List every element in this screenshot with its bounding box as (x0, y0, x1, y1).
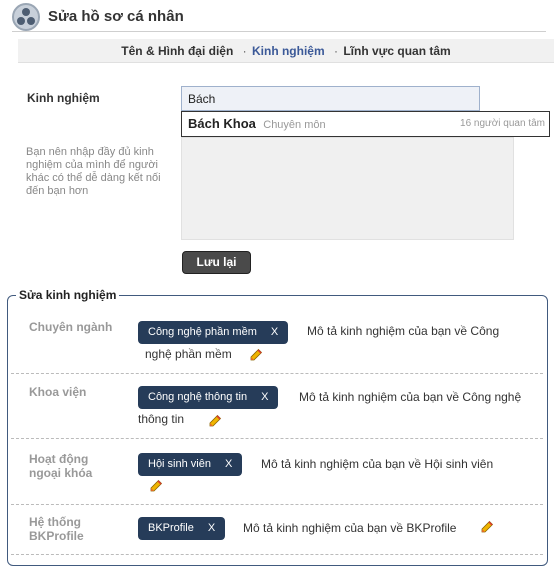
pencil-icon[interactable] (249, 348, 263, 362)
tab-separator: · (242, 44, 247, 58)
section-legend: Sửa kinh nghiệm (16, 288, 120, 302)
remove-tag-button[interactable]: X (271, 326, 278, 338)
experience-tag: BKProfile X (138, 517, 226, 540)
experience-input[interactable] (181, 86, 480, 111)
suggestion-count: 16 người quan tâm (460, 118, 545, 129)
experience-row-major: Chuyên ngành Công nghệ phần mềm X Mô tả k… (11, 309, 543, 374)
remove-tag-button[interactable]: X (208, 522, 215, 534)
experience-tag: Hội sinh viên X (138, 453, 243, 476)
page-header: Sửa hồ sơ cá nhân (12, 2, 546, 32)
experience-description: Mô tả kinh nghiệm của bạn về Công nghệ (299, 390, 522, 404)
row-label-line: BKProfile (29, 529, 84, 543)
row-label-line: Hệ thống (29, 515, 81, 529)
profile-tabs: Tên & Hình đại diện · Kinh nghiệm · Lĩnh… (18, 39, 554, 63)
experience-description: thông tin (138, 412, 185, 426)
row-label: Khoa viện (29, 385, 87, 399)
row-label: Hoạt động ngoại khóa (29, 452, 92, 480)
pencil-icon[interactable] (480, 520, 494, 534)
tag-label: Công nghệ phần mềm (148, 326, 257, 338)
experience-row-faculty: Khoa viện Công nghệ thông tin X Mô tả kin… (11, 374, 543, 439)
experience-description: nghệ phần mềm (145, 347, 232, 361)
pencil-icon[interactable] (149, 479, 163, 493)
experience-row-system: Hệ thống BKProfile BKProfile X Mô tả kinh… (11, 505, 543, 555)
tab-interests[interactable]: Lĩnh vực quan tâm (343, 39, 450, 63)
row-label: Chuyên ngành (29, 320, 113, 334)
network-logo-icon (12, 3, 40, 31)
experience-description: Mô tả kinh nghiệm của bạn về BKProfile (243, 521, 457, 535)
suggestion-category: Chuyên môn (263, 119, 326, 131)
edit-experience-section: Sửa kinh nghiệm Chuyên ngành Công nghệ p… (7, 288, 548, 566)
remove-tag-button[interactable]: X (225, 458, 232, 470)
row-label: Hệ thống BKProfile (29, 515, 84, 543)
experience-row-extracurricular: Hoạt động ngoại khóa Hội sinh viên X Mô t… (11, 439, 543, 505)
pencil-icon[interactable] (208, 414, 222, 428)
experience-label: Kinh nghiệm (27, 91, 100, 105)
tab-name-avatar[interactable]: Tên & Hình đại diện (121, 39, 233, 63)
tab-experience[interactable]: Kinh nghiệm (252, 39, 325, 63)
save-button[interactable]: Lưu lại (182, 251, 251, 274)
tag-label: Hội sinh viên (148, 458, 211, 470)
page-title: Sửa hồ sơ cá nhân (48, 8, 184, 25)
autocomplete-suggestion[interactable]: Bách Khoa Chuyên môn 16 người quan tâm (181, 111, 550, 137)
row-label-line: ngoại khóa (29, 466, 93, 480)
experience-hint: Bạn nên nhập đầy đủ kinh nghiệm của mình… (26, 146, 161, 197)
experience-tag: Công nghệ phần mềm X (138, 321, 289, 344)
tag-label: BKProfile (148, 522, 194, 534)
experience-description-textarea[interactable] (181, 137, 514, 240)
experience-description: Mô tả kinh nghiệm của bạn về Hội sinh vi… (261, 457, 494, 471)
tag-label: Công nghệ thông tin (148, 391, 248, 403)
remove-tag-button[interactable]: X (261, 391, 268, 403)
tab-separator: · (334, 44, 338, 58)
row-label-line: Hoạt động (29, 452, 89, 466)
suggestion-name: Bách Khoa (188, 116, 256, 131)
experience-tag: Công nghệ thông tin X (138, 386, 279, 409)
experience-description: Mô tả kinh nghiệm của bạn về Công (307, 324, 500, 338)
